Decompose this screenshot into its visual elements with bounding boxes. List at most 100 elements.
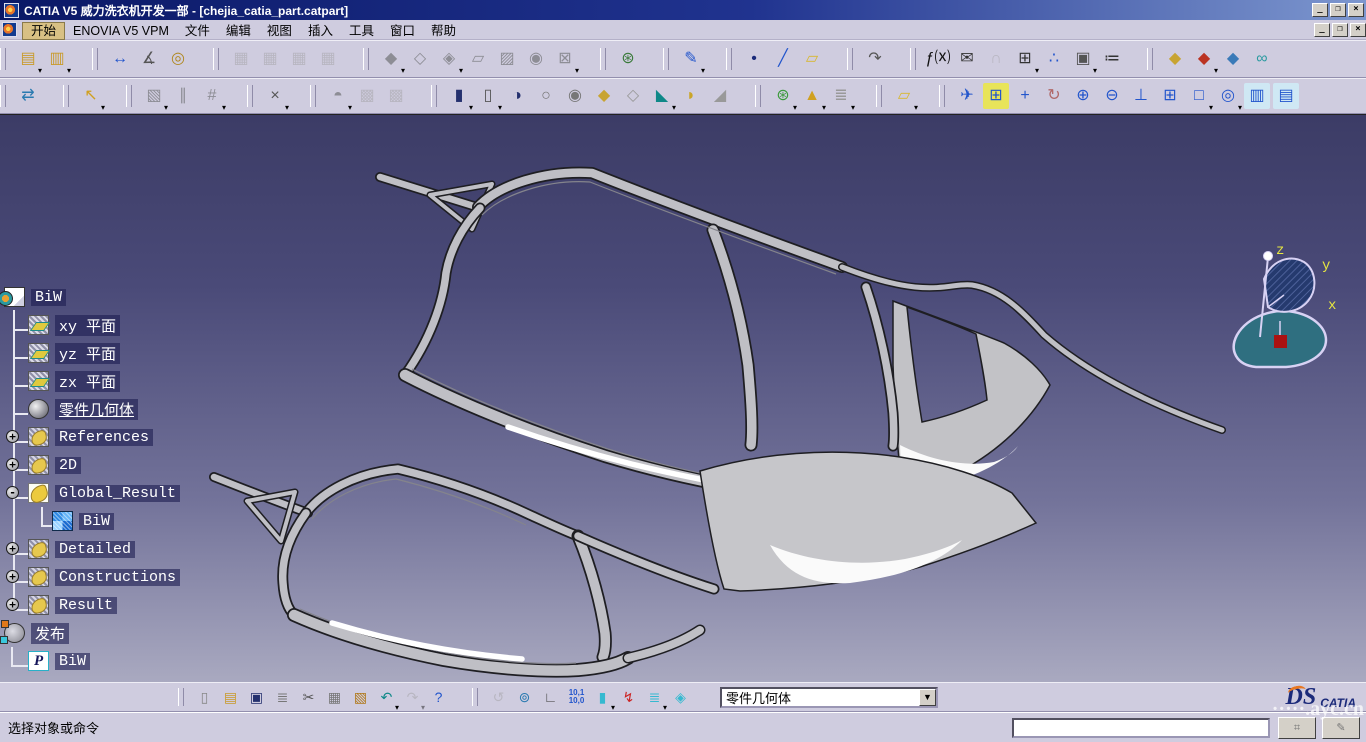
fly-mode-icon[interactable]: ✈ bbox=[954, 83, 980, 109]
mask-sphere-icon[interactable]: ◓▾ bbox=[325, 83, 351, 109]
snap-values-icon[interactable]: 10,110,0 bbox=[565, 686, 588, 709]
new-document-icon[interactable]: ▯ bbox=[193, 686, 216, 709]
tree-expander[interactable]: + bbox=[6, 598, 19, 611]
list-icon[interactable]: ≣▾ bbox=[643, 686, 666, 709]
menu-item-视图[interactable]: 视图 bbox=[259, 23, 300, 39]
measure-inertia-icon[interactable]: ◎ bbox=[165, 46, 191, 72]
design-table-icon[interactable]: ⊞▾ bbox=[1012, 46, 1038, 72]
slot-icon[interactable]: ◇ bbox=[620, 83, 646, 109]
tree-item-global-result[interactable]: -Global_Result bbox=[0, 479, 260, 507]
knowledge-template-gear-icon[interactable]: ⊛ bbox=[615, 46, 641, 72]
tree-item-zx-plane[interactable]: zx 平面 bbox=[0, 367, 260, 395]
print-icon[interactable]: ≣ bbox=[271, 686, 294, 709]
point-icon[interactable]: • bbox=[741, 46, 767, 72]
relations-icon[interactable]: ∴ bbox=[1041, 46, 1067, 72]
line-icon[interactable]: ╱ bbox=[770, 46, 796, 72]
swap-visible-space-icon[interactable]: ▤ bbox=[1273, 83, 1299, 109]
tree-item-publications[interactable]: 发布 bbox=[0, 619, 260, 647]
menu-item-帮助[interactable]: 帮助 bbox=[423, 23, 464, 39]
open-icon[interactable]: ▤ bbox=[219, 686, 242, 709]
sweep-surface-icon[interactable]: ▱ bbox=[465, 46, 491, 72]
insert-geometrical-set-icon[interactable]: ▧▾ bbox=[141, 83, 167, 109]
blend-surface-icon[interactable]: ⊠▾ bbox=[552, 46, 578, 72]
part-workbench-icon[interactable]: ▮▾ bbox=[591, 686, 614, 709]
analysis-icon[interactable]: ▲▾ bbox=[799, 83, 825, 109]
knowledge-comment-icon[interactable]: ✉ bbox=[954, 46, 980, 72]
user-feature-icon[interactable]: ◆ bbox=[1220, 46, 1246, 72]
zoom-in-icon[interactable]: ⊕ bbox=[1070, 83, 1096, 109]
menu-item-ENOVIA V5 VPM[interactable]: ENOVIA V5 VPM bbox=[65, 23, 177, 39]
combo-dropdown-button[interactable]: ▼ bbox=[919, 689, 936, 706]
paste-icon[interactable]: ▧ bbox=[349, 686, 372, 709]
menu-item-插入[interactable]: 插入 bbox=[300, 23, 341, 39]
knowledge-button[interactable]: ✎ bbox=[1322, 717, 1360, 739]
power-input-tools-button[interactable]: ⌗ bbox=[1278, 717, 1316, 739]
zoom-out-icon[interactable]: ⊖ bbox=[1099, 83, 1125, 109]
menu-item-工具[interactable]: 工具 bbox=[341, 23, 382, 39]
pocket-icon[interactable]: ▯▾ bbox=[475, 83, 501, 109]
restore-button[interactable]: ❐ bbox=[1330, 3, 1346, 17]
tree-expander[interactable]: + bbox=[6, 458, 19, 471]
vpm-save-management-icon[interactable]: ⇄ bbox=[15, 83, 41, 109]
child-close-button[interactable]: × bbox=[1350, 23, 1366, 37]
biw-frame-lower[interactable] bbox=[214, 452, 1036, 670]
tree-expander[interactable]: - bbox=[6, 486, 19, 499]
select-icon[interactable]: ↖▾ bbox=[78, 83, 104, 109]
document-template-icon[interactable]: ∞ bbox=[1249, 46, 1275, 72]
fillet-icon[interactable]: ◗ bbox=[678, 83, 704, 109]
hide-show-icon[interactable]: ▥ bbox=[1244, 83, 1270, 109]
instantiate-from-document-icon[interactable]: ↷ bbox=[862, 46, 888, 72]
tree-expander[interactable]: + bbox=[6, 570, 19, 583]
close-button[interactable]: × bbox=[1348, 3, 1364, 17]
rotate-icon[interactable]: ↻ bbox=[1041, 83, 1067, 109]
menu-item-开始[interactable]: 开始 bbox=[22, 22, 65, 40]
equations-set-icon[interactable]: ≔ bbox=[1099, 46, 1125, 72]
rib-icon[interactable]: ◆ bbox=[591, 83, 617, 109]
fill-surface-icon[interactable]: ▨ bbox=[494, 46, 520, 72]
measure-between-icon[interactable]: ↔ bbox=[107, 46, 133, 72]
copy-icon[interactable]: ▦ bbox=[323, 686, 346, 709]
tree-item-xy-plane[interactable]: xy 平面 bbox=[0, 311, 260, 339]
whats-this-icon[interactable]: ? bbox=[427, 686, 450, 709]
multi-view-icon[interactable]: ⊞ bbox=[1157, 83, 1183, 109]
hole-icon[interactable]: ◉ bbox=[562, 83, 588, 109]
planes-visualization-icon[interactable]: ∥ bbox=[170, 83, 196, 109]
current-body-combo[interactable]: 零件几何体▼ bbox=[720, 687, 938, 708]
pad-icon[interactable]: ▮▾ bbox=[446, 83, 472, 109]
tree-expander[interactable]: + bbox=[6, 430, 19, 443]
tree-item-references[interactable]: +References bbox=[0, 423, 260, 451]
draft-icon[interactable]: ◢ bbox=[707, 83, 733, 109]
power-input[interactable] bbox=[1012, 718, 1270, 738]
tree-item-publication-biw[interactable]: BiW bbox=[0, 647, 260, 675]
view-compass[interactable]: z y x bbox=[1222, 243, 1342, 393]
menu-item-文件[interactable]: 文件 bbox=[177, 23, 218, 39]
iso-view-icon[interactable]: □▾ bbox=[1186, 83, 1212, 109]
part-template-icon[interactable]: ◆ bbox=[1162, 46, 1188, 72]
tree-item-result[interactable]: +Result bbox=[0, 591, 260, 619]
child-minimize-button[interactable]: _ bbox=[1314, 23, 1330, 37]
extrude-surface-icon[interactable]: ◇ bbox=[407, 46, 433, 72]
save-icon[interactable]: ▣ bbox=[245, 686, 268, 709]
axis-snap-icon[interactable]: ∟ bbox=[539, 686, 562, 709]
surfaces-icon[interactable]: ◈ bbox=[669, 686, 692, 709]
render-style-icon[interactable]: ◎▾ bbox=[1215, 83, 1241, 109]
tree-item-biw-root[interactable]: BiW bbox=[0, 283, 260, 311]
groove-icon[interactable]: ○ bbox=[533, 83, 559, 109]
cut-icon[interactable]: ✂ bbox=[297, 686, 320, 709]
fit-all-in-icon[interactable]: ⊞ bbox=[983, 83, 1009, 109]
tree-item-yz-plane[interactable]: yz 平面 bbox=[0, 339, 260, 367]
formula-icon[interactable]: ƒ⒳ bbox=[925, 46, 951, 72]
plane-icon[interactable]: ▱ bbox=[799, 46, 825, 72]
gears-knowledge-icon[interactable]: ⊛▾ bbox=[770, 83, 796, 109]
revolve-surface-icon[interactable]: ◆▾ bbox=[378, 46, 404, 72]
compass-center-handle[interactable] bbox=[1274, 335, 1287, 348]
normal-view-icon[interactable]: ⊥ bbox=[1128, 83, 1154, 109]
pan-icon[interactable]: + bbox=[1012, 83, 1038, 109]
offset-surface-icon[interactable]: ◈▾ bbox=[436, 46, 462, 72]
tree-item-2d[interactable]: +2D bbox=[0, 451, 260, 479]
grid-icon[interactable]: #▾ bbox=[199, 83, 225, 109]
tree-item-partbody[interactable]: 零件几何体 bbox=[0, 395, 260, 423]
sketcher-icon[interactable]: ✎▾ bbox=[678, 46, 704, 72]
web-browser-icon[interactable]: ⊚ bbox=[513, 686, 536, 709]
lock-icon[interactable]: ▣▾ bbox=[1070, 46, 1096, 72]
